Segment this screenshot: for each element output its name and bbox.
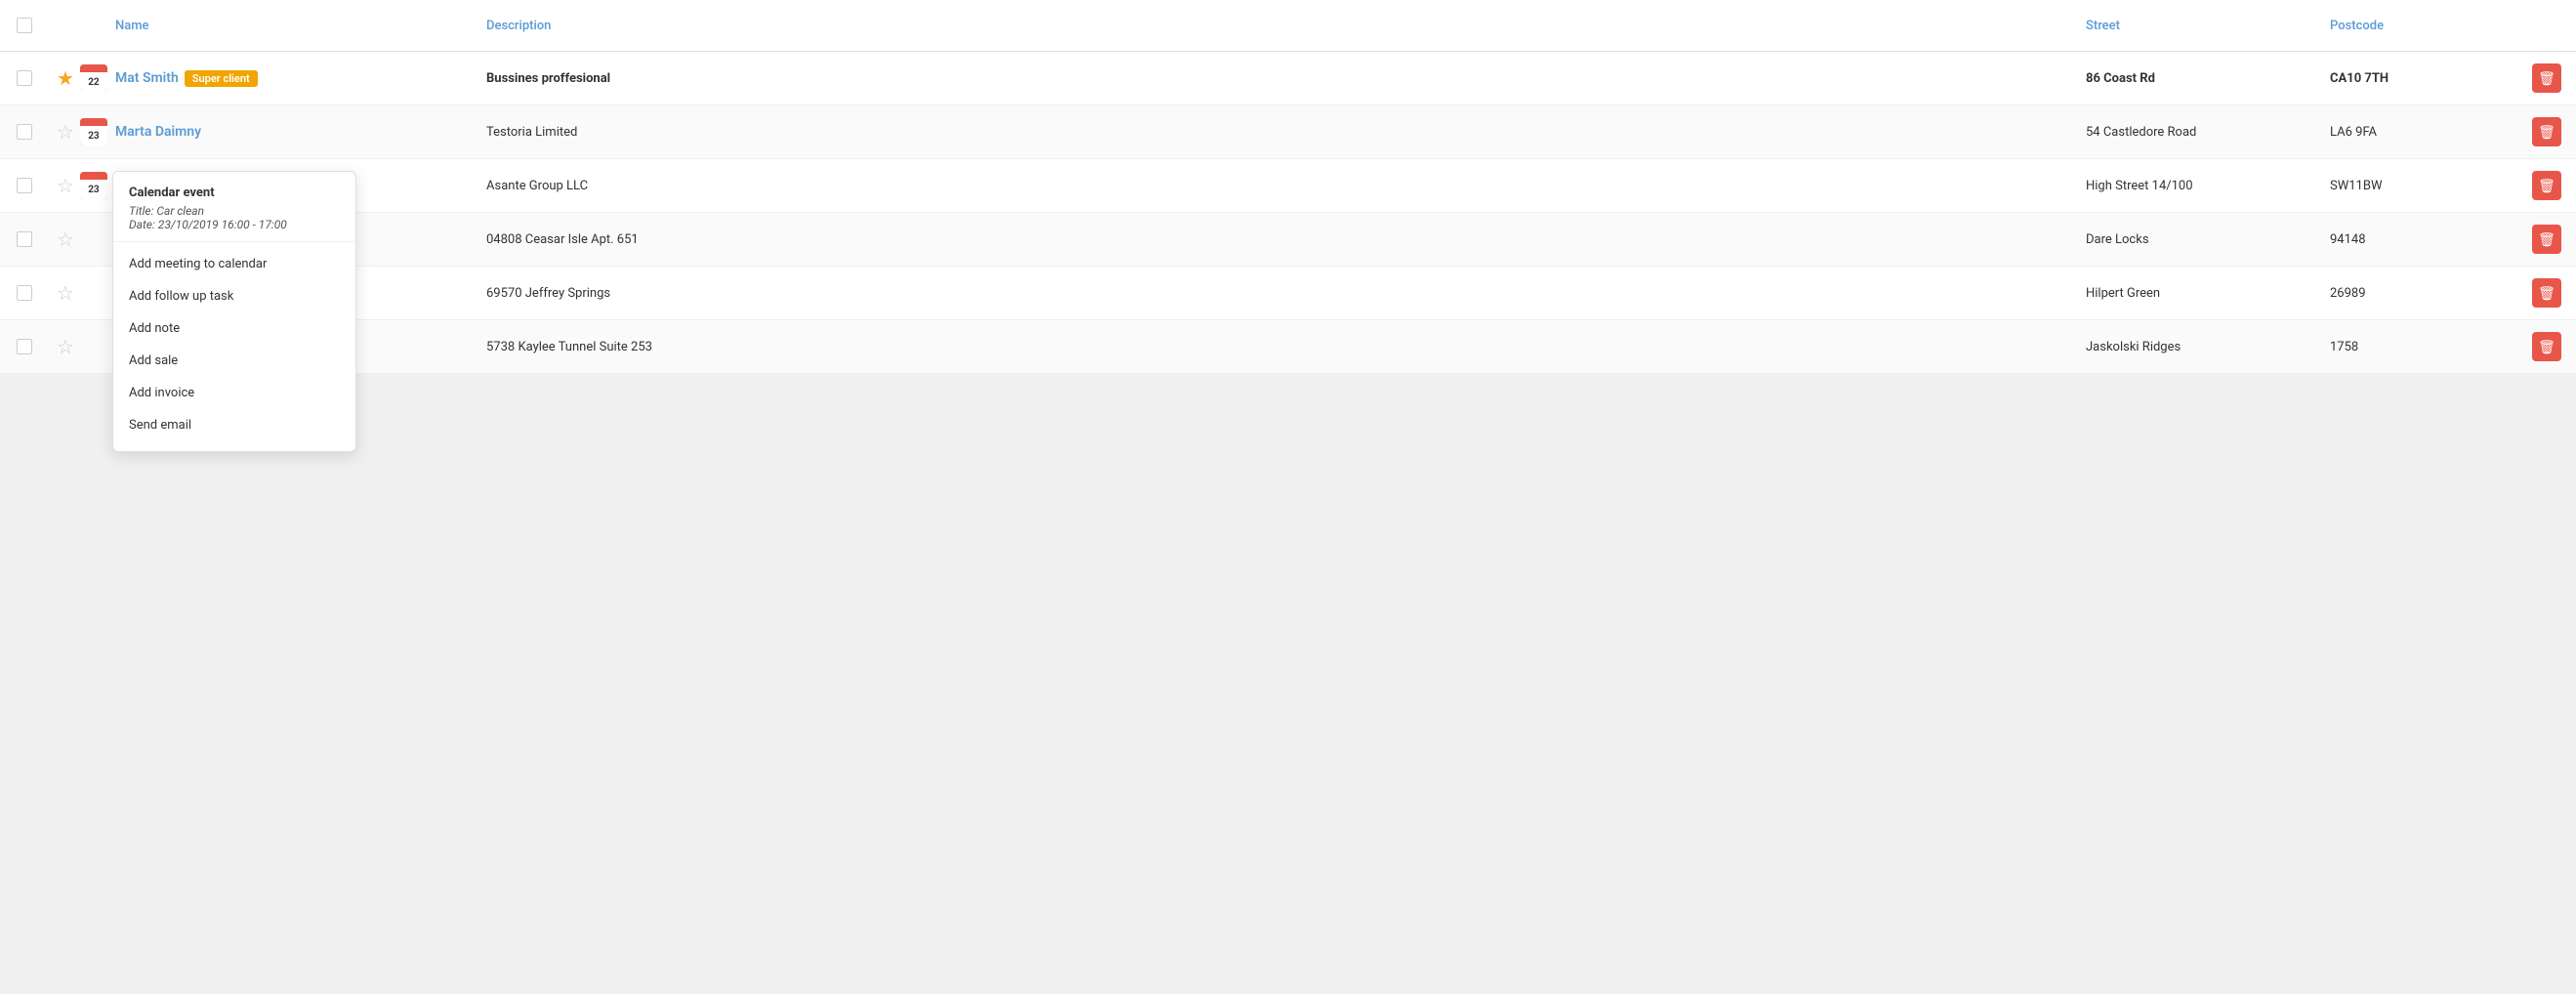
header-name: Name <box>107 10 478 41</box>
row-checkbox[interactable] <box>17 124 32 140</box>
row-description-cell: Testoria Limited <box>478 117 2078 147</box>
row-street-cell: Dare Locks <box>2078 225 2322 255</box>
star-icon[interactable]: ☆ <box>57 335 74 358</box>
row-name-cell: Mat Smith Super client <box>107 62 478 95</box>
row-actions-cell: 🗑 <box>2517 56 2576 101</box>
row-checkbox-cell <box>0 277 49 309</box>
calendar-icon[interactable]: 23 <box>80 172 107 199</box>
contacts-table: Name Description Street Postcode ★ 22 Ma… <box>0 0 2576 374</box>
header-postcode: Postcode <box>2322 10 2517 41</box>
calendar-popup: Calendar event Title: Car clean Date: 23… <box>112 171 356 452</box>
row-checkbox[interactable] <box>17 231 32 247</box>
row-icons-cell: ☆ 23 <box>49 164 107 207</box>
row-icons-cell: ☆ <box>49 220 107 259</box>
delete-button[interactable]: 🗑 <box>2532 171 2561 200</box>
row-postcode-cell: SW11BW <box>2322 171 2517 201</box>
row-postcode-cell: 1758 <box>2322 332 2517 362</box>
star-icon[interactable]: ★ <box>57 66 74 90</box>
popup-menu-add-invoice[interactable]: Add invoice <box>113 377 355 409</box>
popup-menu-add-meeting[interactable]: Add meeting to calendar <box>113 248 355 280</box>
calendar-icon[interactable]: 22 <box>80 64 107 92</box>
row-postcode-cell: 94148 <box>2322 225 2517 255</box>
row-name-cell: Marta Daimny <box>107 116 478 147</box>
header-checkbox-col <box>0 10 49 41</box>
row-postcode-cell: CA10 7TH <box>2322 63 2517 94</box>
row-actions-cell: 🗑 <box>2517 270 2576 315</box>
row-checkbox[interactable] <box>17 70 32 86</box>
select-all-checkbox[interactable] <box>17 18 32 33</box>
header-street: Street <box>2078 10 2322 41</box>
table-row: ★ 22 Mat Smith Super client Bussines pro… <box>0 52 2576 105</box>
contact-name-link[interactable]: Mat Smith <box>115 70 179 86</box>
popup-menu-add-followup[interactable]: Add follow up task <box>113 280 355 312</box>
table-row: ☆ 5738 Kaylee Tunnel Suite 253 Jaskolski… <box>0 320 2576 374</box>
row-actions-cell: 🗑 <box>2517 217 2576 262</box>
delete-button[interactable]: 🗑 <box>2532 278 2561 308</box>
popup-event-detail-date: Date: 23/10/2019 16:00 - 17:00 <box>129 218 340 231</box>
row-checkbox-cell <box>0 170 49 201</box>
row-description-cell: Asante Group LLC <box>478 171 2078 201</box>
header-description: Description <box>478 10 2078 41</box>
row-actions-cell: 🗑 <box>2517 109 2576 154</box>
table-header: Name Description Street Postcode <box>0 0 2576 52</box>
header-icons-col <box>49 10 107 41</box>
row-icons-cell: ☆ <box>49 273 107 312</box>
row-postcode-cell: 26989 <box>2322 278 2517 309</box>
popup-menu-send-email[interactable]: Send email <box>113 409 355 441</box>
table-row: ☆ 23 Martin Kowalsky VIP Asante Group LL… <box>0 159 2576 213</box>
star-icon[interactable]: ☆ <box>57 228 74 251</box>
table-row: ☆ tag2 tag3 69570 Jeffrey Springs Hilper… <box>0 267 2576 320</box>
calendar-day: 23 <box>80 126 107 145</box>
row-street-cell: Jaskolski Ridges <box>2078 332 2322 362</box>
row-actions-cell: 🗑 <box>2517 324 2576 369</box>
table-row: ☆ 04808 Ceasar Isle Apt. 651 Dare Locks … <box>0 213 2576 267</box>
row-checkbox[interactable] <box>17 178 32 193</box>
delete-button[interactable]: 🗑 <box>2532 117 2561 146</box>
row-icons-cell: ☆ <box>49 327 107 366</box>
delete-button[interactable]: 🗑 <box>2532 63 2561 93</box>
row-street-cell: Hilpert Green <box>2078 278 2322 309</box>
super-client-badge: Super client <box>185 70 258 87</box>
row-checkbox-cell <box>0 62 49 94</box>
row-postcode-cell: LA6 9FA <box>2322 117 2517 147</box>
row-street-cell: 86 Coast Rd <box>2078 63 2322 94</box>
header-actions-col <box>2517 10 2576 41</box>
row-description-cell: 04808 Ceasar Isle Apt. 651 <box>478 225 2078 255</box>
popup-event-title: Calendar event <box>129 186 340 200</box>
calendar-icon[interactable]: 23 <box>80 118 107 145</box>
row-checkbox[interactable] <box>17 285 32 301</box>
row-street-cell: High Street 14/100 <box>2078 171 2322 201</box>
calendar-top <box>80 118 107 126</box>
star-icon[interactable]: ☆ <box>57 281 74 305</box>
row-icons-cell: ☆ 23 <box>49 110 107 153</box>
star-icon[interactable]: ☆ <box>57 120 74 144</box>
row-checkbox[interactable] <box>17 339 32 354</box>
table-row: ☆ 23 Marta Daimny Testoria Limited 54 Ca… <box>0 105 2576 159</box>
row-street-cell: 54 Castledore Road <box>2078 117 2322 147</box>
star-icon[interactable]: ☆ <box>57 174 74 197</box>
popup-menu-add-sale[interactable]: Add sale <box>113 345 355 377</box>
row-actions-cell: 🗑 <box>2517 163 2576 208</box>
popup-event-info: Calendar event Title: Car clean Date: 23… <box>113 186 355 242</box>
contact-name-link[interactable]: Marta Daimny <box>115 124 201 140</box>
calendar-day: 23 <box>80 180 107 199</box>
delete-button[interactable]: 🗑 <box>2532 225 2561 254</box>
popup-event-detail-title: Title: Car clean <box>129 204 340 218</box>
calendar-top <box>80 172 107 180</box>
row-icons-cell: ★ 22 <box>49 57 107 100</box>
row-description-cell: 69570 Jeffrey Springs <box>478 278 2078 309</box>
row-checkbox-cell <box>0 331 49 362</box>
calendar-day: 22 <box>80 72 107 92</box>
delete-button[interactable]: 🗑 <box>2532 332 2561 361</box>
row-checkbox-cell <box>0 224 49 255</box>
row-checkbox-cell <box>0 116 49 147</box>
calendar-top <box>80 64 107 72</box>
row-description-cell: Bussines proffesional <box>478 63 2078 94</box>
popup-menu-add-note[interactable]: Add note <box>113 312 355 345</box>
row-description-cell: 5738 Kaylee Tunnel Suite 253 <box>478 332 2078 362</box>
